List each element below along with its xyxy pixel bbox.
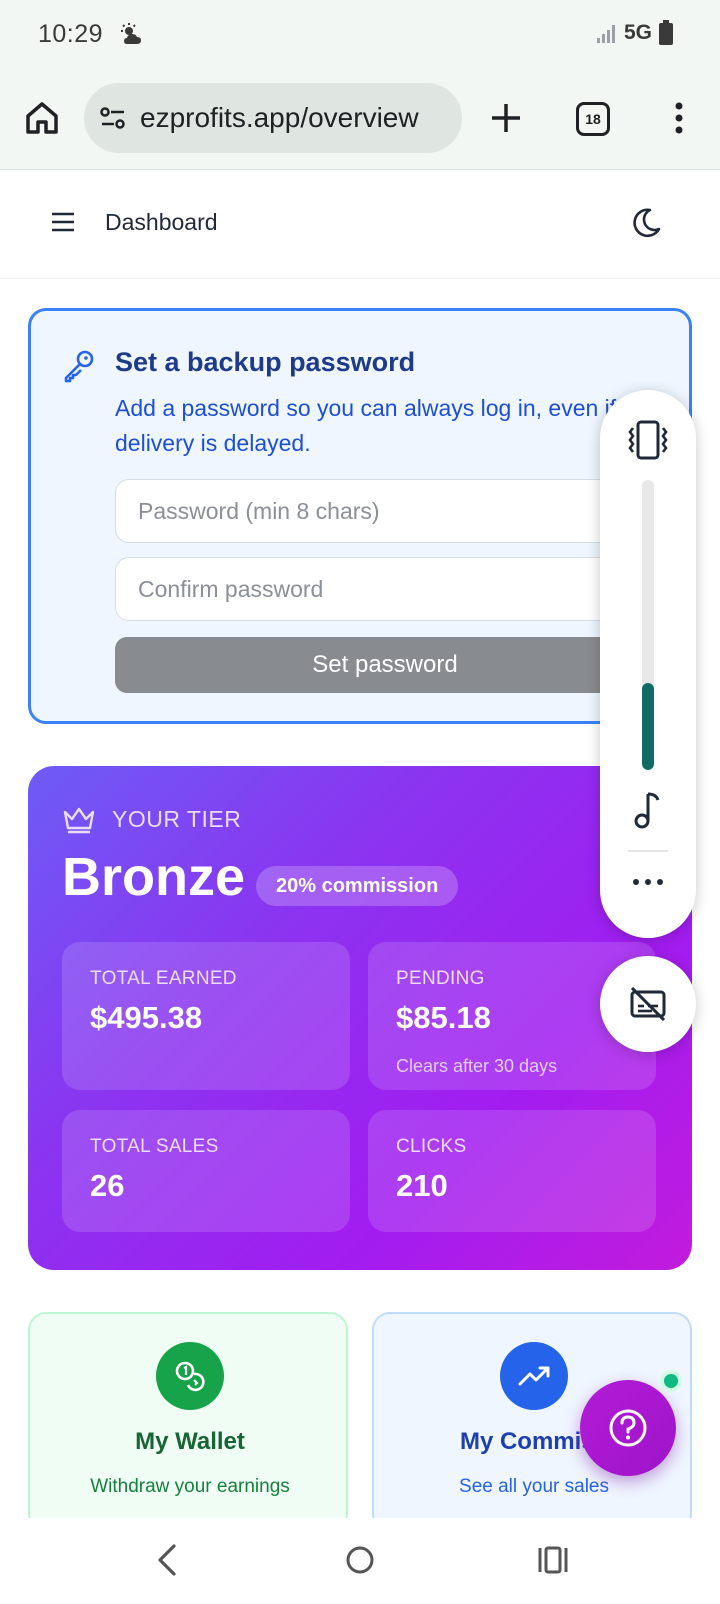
stat-total-sales: TOTAL SALES 26 [62,1110,350,1232]
stat-total-earned: TOTAL EARNED $495.38 [62,942,350,1090]
online-status-dot [660,1370,682,1392]
confirm-password-field[interactable] [115,557,635,621]
volume-level [642,683,654,770]
tab-switcher-button[interactable]: 18 [576,102,610,136]
stat-value: 210 [396,1168,448,1203]
system-nav-bar [0,1518,720,1604]
new-tab-icon[interactable] [486,98,526,138]
my-wallet-title: My Wallet [135,1428,245,1455]
stat-label: PENDING [396,968,485,989]
music-note-icon[interactable] [630,790,666,830]
app-header: Dashboard [0,171,720,279]
more-horiz-icon[interactable] [628,876,668,888]
partly-cloudy-icon [120,22,146,53]
status-indicators: 5G [596,20,674,46]
backup-title: Set a backup password [115,347,416,377]
key-icon [64,350,94,383]
tier-name: Bronze [62,847,246,907]
tier-card: YOUR TIER Bronze 20% commission TOTAL EA… [28,766,692,1270]
set-password-button[interactable]: Set password [115,637,655,693]
stat-label: CLICKS [396,1136,467,1157]
live-caption-button[interactable] [600,956,696,1052]
commission-badge: 20% commission [256,866,459,906]
coins-icon [156,1342,224,1410]
help-button[interactable] [580,1380,676,1476]
volume-slider[interactable] [642,480,654,770]
stat-label: TOTAL EARNED [90,968,237,989]
help-icon [609,1409,647,1447]
home-nav-icon[interactable] [344,1544,376,1576]
trending-up-icon [500,1342,568,1410]
site-settings-icon[interactable] [98,103,128,133]
menu-icon[interactable] [50,209,76,235]
url-text: ezprofits.app/overview [140,102,419,133]
recent-apps-icon[interactable] [536,1542,570,1578]
tier-label: YOUR TIER [112,806,242,832]
home-icon[interactable] [22,98,62,138]
stat-value: $85.18 [396,1000,491,1035]
more-vert-icon[interactable] [664,98,694,138]
crown-icon [63,807,95,834]
stat-subtext: Clears after 30 days [396,1056,558,1076]
backup-password-card: Set a backup password Add a password so … [28,308,692,724]
vibrate-icon[interactable] [626,418,670,462]
stat-value: 26 [90,1168,125,1203]
my-wallet-card[interactable]: My Wallet Withdraw your earnings [28,1312,348,1532]
stat-clicks: CLICKS 210 [368,1110,656,1232]
moon-icon[interactable] [628,205,664,241]
signal-icon [596,25,615,43]
network-type: 5G [623,21,652,44]
status-time: 10:29 [38,20,104,48]
volume-panel [600,390,696,938]
stat-value: $495.38 [90,1000,203,1035]
my-commissions-subtitle: See all your sales [459,1476,609,1497]
divider [628,850,668,852]
browser-toolbar: ezprofits.app/overview 18 [0,70,720,170]
my-wallet-subtitle: Withdraw your earnings [90,1476,290,1497]
address-bar[interactable]: ezprofits.app/overview [84,83,462,153]
page-title: Dashboard [105,209,218,235]
status-bar: 10:29 5G [0,0,720,70]
caption-off-icon [630,986,666,1022]
stat-label: TOTAL SALES [90,1136,219,1157]
battery-icon [659,20,673,45]
back-icon[interactable] [152,1540,182,1580]
password-field[interactable] [115,479,635,543]
